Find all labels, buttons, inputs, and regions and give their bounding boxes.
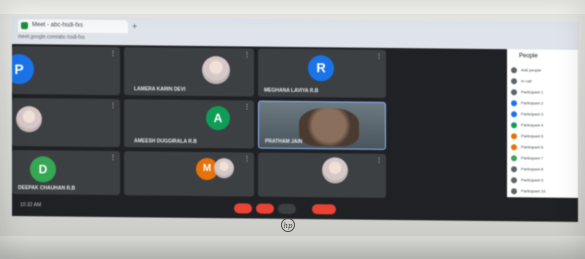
person-icon bbox=[511, 122, 517, 129]
mic-button[interactable] bbox=[234, 203, 252, 214]
laptop-keyboard-edge bbox=[0, 236, 585, 259]
pin-icon[interactable]: ⋮ bbox=[244, 103, 250, 110]
participant-tile[interactable]: ⋮ bbox=[12, 98, 120, 148]
people-row[interactable]: Participant 2 bbox=[511, 98, 575, 108]
participant-name: DEEPAK CHAUHAN R.B bbox=[18, 185, 76, 192]
participant-name: LAMERA KARIN DEVI bbox=[134, 86, 186, 93]
people-row[interactable]: Participant 8 bbox=[511, 164, 575, 174]
pin-icon[interactable]: ⋮ bbox=[244, 155, 250, 162]
meet-grid: P ⋮ LAMERA KARIN DEVI ⋮ R MEGHANA LAVIYA… bbox=[12, 44, 578, 222]
camera-button[interactable] bbox=[256, 203, 274, 214]
person-icon bbox=[511, 111, 517, 118]
leave-call-button[interactable] bbox=[312, 204, 336, 215]
photo: Meet - abc-hsdi-fxs + meet.google.com/ab… bbox=[0, 0, 585, 259]
participant-tile[interactable]: D DEEPAK CHAUHAN R.B ⋮ bbox=[12, 150, 120, 196]
person-icon bbox=[511, 100, 517, 107]
present-button[interactable] bbox=[278, 203, 296, 214]
people-row[interactable]: Participant 3 bbox=[511, 109, 575, 119]
people-row[interactable]: In call bbox=[511, 76, 575, 86]
pin-icon[interactable]: ⋮ bbox=[376, 157, 382, 164]
participant-name: AMEESH DUGGIRALA R.B bbox=[134, 138, 197, 145]
participant-tile[interactable]: P ⋮ bbox=[12, 46, 120, 96]
browser-tab[interactable]: Meet - abc-hsdi-fxs bbox=[18, 19, 128, 34]
people-row-label: Participant 2 bbox=[521, 100, 544, 106]
people-row[interactable]: Participant 5 bbox=[511, 131, 575, 141]
avatar: P bbox=[12, 53, 34, 85]
tab-title: Meet - abc-hsdi-fxs bbox=[32, 22, 84, 29]
avatar-photo bbox=[214, 158, 234, 179]
avatar: D bbox=[30, 156, 56, 183]
people-row[interactable]: Participant 4 bbox=[511, 120, 575, 130]
participant-tile[interactable]: LAMERA KARIN DEVI ⋮ bbox=[124, 47, 254, 97]
participant-tile[interactable]: ⋮ bbox=[258, 152, 386, 198]
avatar: R bbox=[308, 55, 334, 82]
people-row-label: Participant 9 bbox=[521, 177, 544, 183]
avatar-photo bbox=[16, 106, 42, 133]
pin-icon[interactable]: ⋮ bbox=[376, 53, 382, 60]
person-icon bbox=[511, 89, 517, 96]
meet-favicon-icon bbox=[21, 22, 28, 30]
people-row-label: Participant 5 bbox=[521, 133, 544, 139]
pin-icon[interactable]: ⋮ bbox=[110, 154, 116, 161]
pin-icon[interactable]: ⋮ bbox=[110, 102, 116, 109]
people-row[interactable]: Participant 1 bbox=[511, 87, 575, 97]
people-row-label: Participant 4 bbox=[521, 122, 544, 128]
people-row-label: Participant 1 bbox=[521, 89, 544, 95]
participant-video bbox=[299, 108, 359, 147]
people-row-label: Participant 10 bbox=[521, 188, 546, 194]
people-row[interactable]: Participant 10 bbox=[511, 186, 575, 196]
avatar-photo bbox=[202, 55, 230, 85]
people-row[interactable]: Participant 6 bbox=[511, 142, 575, 152]
hp-logo: hp bbox=[281, 218, 295, 232]
people-row[interactable]: Participant 9 bbox=[511, 175, 575, 185]
call-controls-bar: 10:32 AM bbox=[12, 198, 578, 222]
avatar-photo bbox=[322, 157, 348, 184]
person-icon bbox=[511, 155, 517, 162]
avatar: A bbox=[206, 106, 230, 131]
participant-tile[interactable]: M ⋮ bbox=[124, 151, 254, 197]
participant-name: PRATHAM JAIN bbox=[265, 138, 303, 146]
people-row-label: Participant 7 bbox=[521, 155, 544, 161]
participant-video-tile[interactable]: PRATHAM JAIN bbox=[258, 100, 386, 150]
people-row-label: Participant 3 bbox=[521, 111, 544, 117]
new-tab-button[interactable]: + bbox=[132, 21, 137, 31]
people-row[interactable]: Add people bbox=[511, 65, 575, 75]
people-row-label: Participant 8 bbox=[521, 166, 544, 172]
pin-icon[interactable]: ⋮ bbox=[110, 50, 116, 57]
person-icon bbox=[511, 177, 517, 184]
people-row-label: Add people bbox=[521, 67, 542, 73]
people-panel-title: People bbox=[519, 53, 538, 60]
participant-tile[interactable]: R MEGHANA LAVIYA R.B ⋮ bbox=[258, 48, 386, 98]
person-icon bbox=[511, 78, 517, 85]
people-row-label: In call bbox=[521, 78, 532, 84]
person-icon bbox=[511, 133, 517, 140]
pin-icon[interactable]: ⋮ bbox=[244, 51, 250, 58]
laptop-screen: Meet - abc-hsdi-fxs + meet.google.com/ab… bbox=[12, 16, 578, 222]
people-row-label: Participant 6 bbox=[521, 144, 544, 150]
address-bar[interactable]: meet.google.com/abc-hsdi-fxs bbox=[18, 33, 188, 44]
people-panel: People Add people In call Participant 1 … bbox=[507, 49, 578, 198]
people-row[interactable]: Participant 7 bbox=[511, 153, 575, 163]
photo-top-border bbox=[0, 0, 585, 14]
person-icon bbox=[511, 67, 517, 74]
person-icon bbox=[511, 166, 517, 173]
participant-name: MEGHANA LAVIYA R.B bbox=[264, 87, 319, 95]
participant-tile[interactable]: A AMEESH DUGGIRALA R.B ⋮ bbox=[124, 99, 254, 149]
person-icon bbox=[511, 144, 517, 151]
person-icon bbox=[511, 188, 517, 195]
meeting-time: 10:32 AM bbox=[20, 202, 42, 209]
